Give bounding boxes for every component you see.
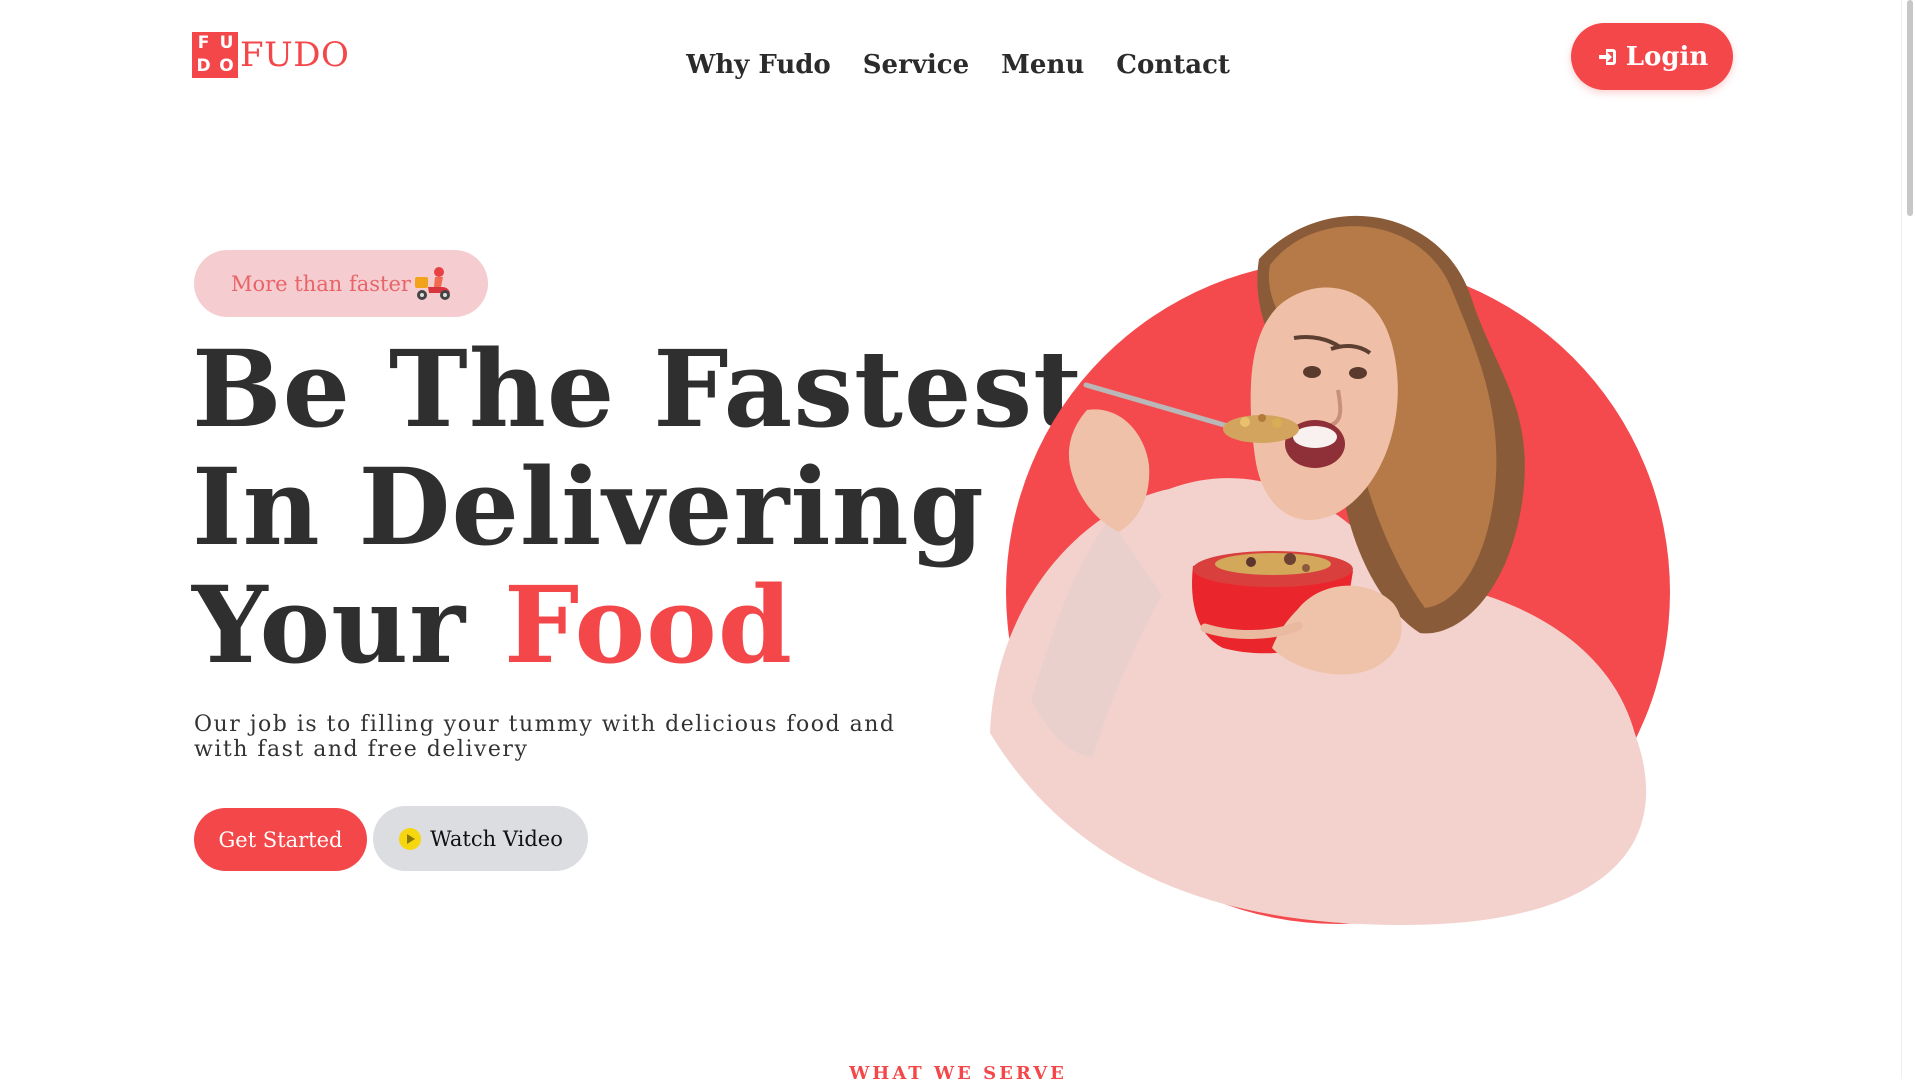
nav-contact[interactable]: Contact — [1116, 50, 1230, 80]
watch-video-button[interactable]: Watch Video — [373, 806, 588, 871]
watch-video-label: Watch Video — [430, 826, 563, 851]
hero-title-line: Your — [192, 562, 504, 687]
delivery-scooter-icon — [415, 267, 450, 300]
login-icon — [1598, 48, 1616, 65]
page-scrollbar[interactable] — [1901, 0, 1916, 1079]
woman-eating-cereal-image — [990, 215, 1670, 925]
section-label: WHAT WE SERVE — [849, 1063, 1067, 1084]
badge-text: More than faster — [231, 271, 411, 296]
nav-why-fudo[interactable]: Why Fudo — [686, 50, 831, 80]
hero-title: Be The Fastest In Delivering Your Food — [192, 330, 1083, 684]
login-label: Login — [1625, 41, 1709, 72]
scrollbar-thumb[interactable] — [1907, 0, 1913, 216]
hero-subtitle: Our job is to filling your tummy with de… — [194, 712, 896, 762]
get-started-button[interactable]: Get Started — [194, 808, 367, 871]
hero-title-line: In Delivering — [192, 444, 985, 569]
nav-service[interactable]: Service — [863, 50, 969, 80]
login-button[interactable]: Login — [1571, 23, 1733, 90]
hero-title-line: Be The Fastest — [192, 326, 1084, 451]
play-icon — [399, 827, 422, 850]
hero-badge: More than faster — [194, 250, 488, 317]
nav-menu[interactable]: Menu — [1001, 50, 1084, 80]
hero-title-accent: Food — [503, 562, 793, 687]
